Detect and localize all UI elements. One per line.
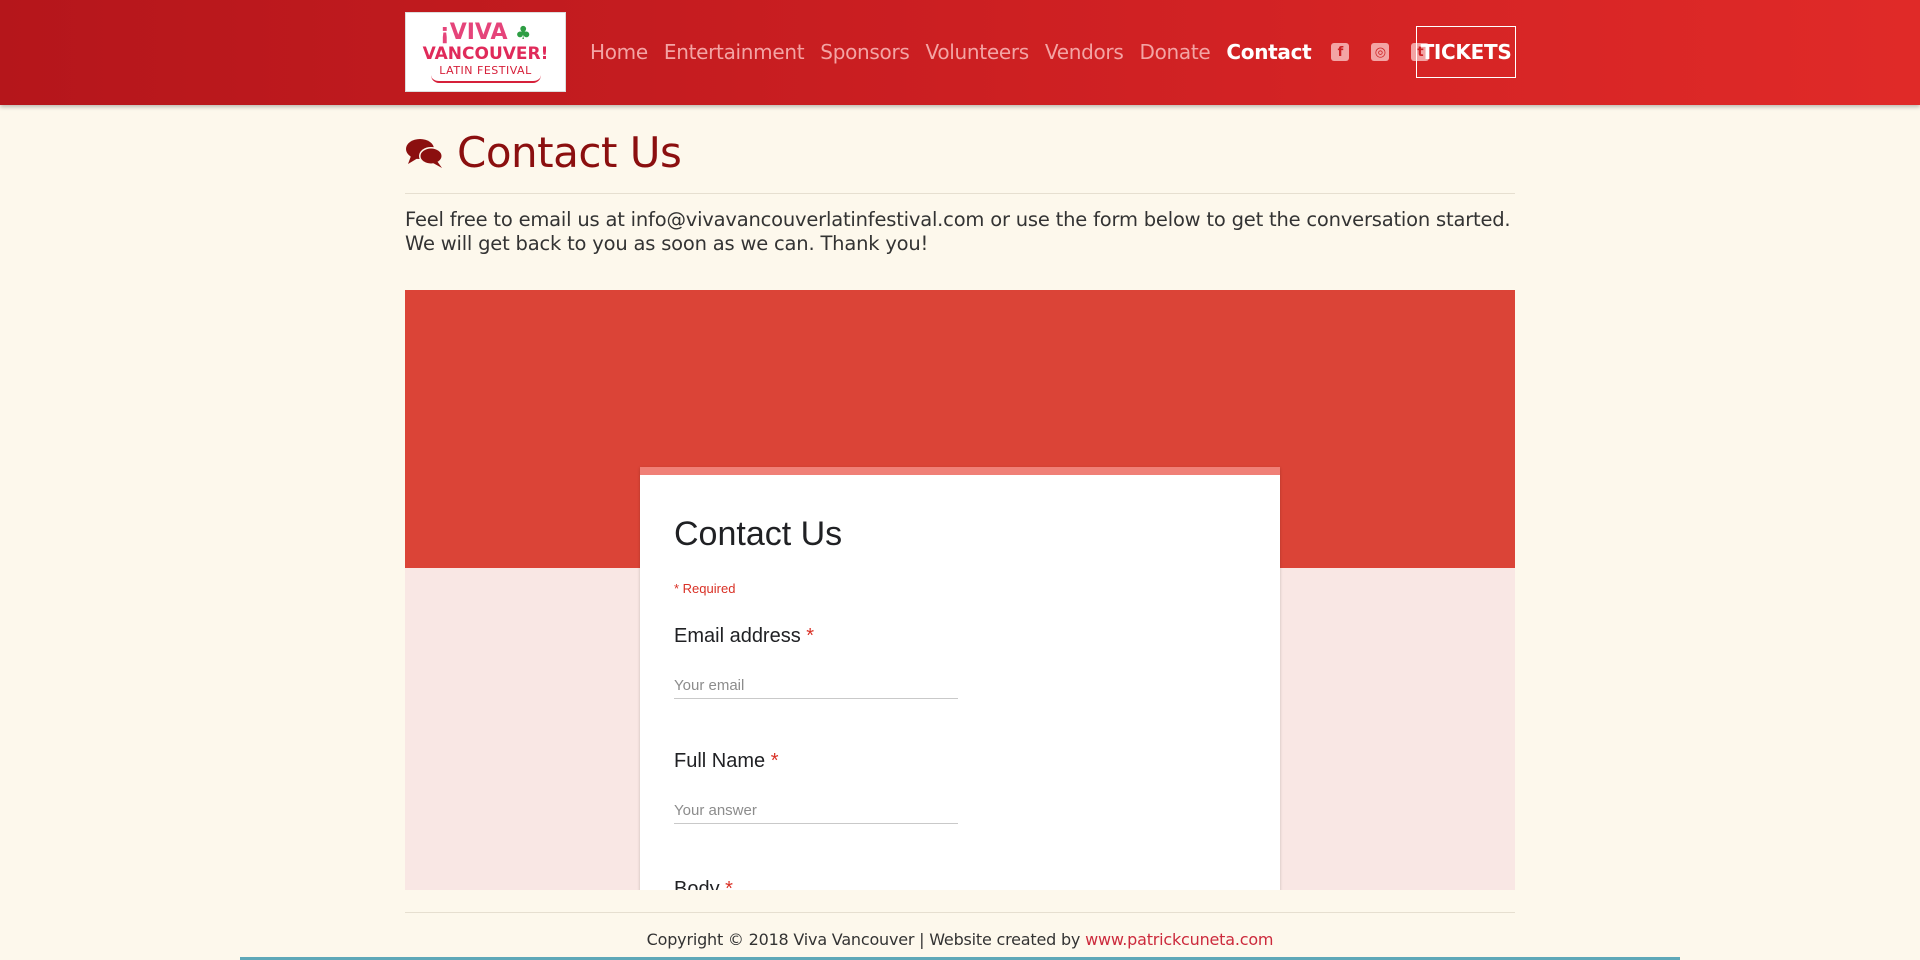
site-footer: Copyright © 2018 Viva Vancouver | Websit… <box>0 930 1920 949</box>
instagram-icon[interactable]: ◎ <box>1371 43 1390 61</box>
email-label-text: Email address <box>674 625 801 647</box>
nav-contact[interactable]: Contact <box>1226 40 1311 64</box>
body-label: Body * <box>674 878 733 890</box>
tickets-button[interactable]: TICKETS <box>1416 26 1516 78</box>
leaf-icon: ♣ <box>515 22 532 44</box>
nav-sponsors[interactable]: Sponsors <box>820 40 910 64</box>
page-heading: Contact Us <box>457 128 682 177</box>
copyright-text: Copyright © 2018 Viva Vancouver | Websit… <box>646 930 1081 949</box>
site-header: ¡VIVA ♣ VANCOUVER! LATIN FESTIVAL Home E… <box>0 0 1920 105</box>
required-star: * <box>770 750 779 772</box>
author-link[interactable]: www.patrickcuneta.com <box>1085 930 1273 949</box>
logo-line-2: VANCOUVER! <box>422 43 549 64</box>
comments-icon <box>406 138 443 168</box>
facebook-icon[interactable]: f <box>1331 43 1350 61</box>
footer-divider <box>405 912 1515 913</box>
embedded-form-frame[interactable]: Contact Us * Required Email address * Fu… <box>405 290 1515 890</box>
nav-home[interactable]: Home <box>590 40 648 64</box>
email-field[interactable] <box>674 673 958 699</box>
email-label: Email address * <box>674 625 814 648</box>
required-star: * <box>806 625 815 647</box>
full-name-field[interactable] <box>674 798 958 824</box>
page-title: Contact Us <box>405 128 682 177</box>
full-name-label: Full Name * <box>674 750 779 773</box>
main-nav: Home Entertainment Sponsors Volunteers V… <box>590 38 1451 66</box>
logo-swoosh <box>430 75 541 83</box>
nav-volunteers[interactable]: Volunteers <box>926 40 1030 64</box>
full-name-label-text: Full Name <box>674 750 766 772</box>
body-label-text: Body <box>674 878 720 890</box>
nav-entertainment[interactable]: Entertainment <box>664 40 805 64</box>
contact-form-card: Contact Us * Required Email address * Fu… <box>640 467 1280 890</box>
site-logo[interactable]: ¡VIVA ♣ VANCOUVER! LATIN FESTIVAL <box>405 12 566 92</box>
form-title: Contact Us <box>674 515 843 553</box>
intro-text: Feel free to email us at info@vivavancou… <box>405 208 1511 255</box>
title-divider <box>405 193 1515 194</box>
logo-viva-text: ¡VIVA <box>439 19 508 45</box>
nav-donate[interactable]: Donate <box>1139 40 1210 64</box>
required-star: * <box>725 878 733 890</box>
nav-vendors[interactable]: Vendors <box>1045 40 1124 64</box>
logo-line-1: ¡VIVA ♣ <box>439 19 532 45</box>
required-note: * Required <box>674 581 736 596</box>
